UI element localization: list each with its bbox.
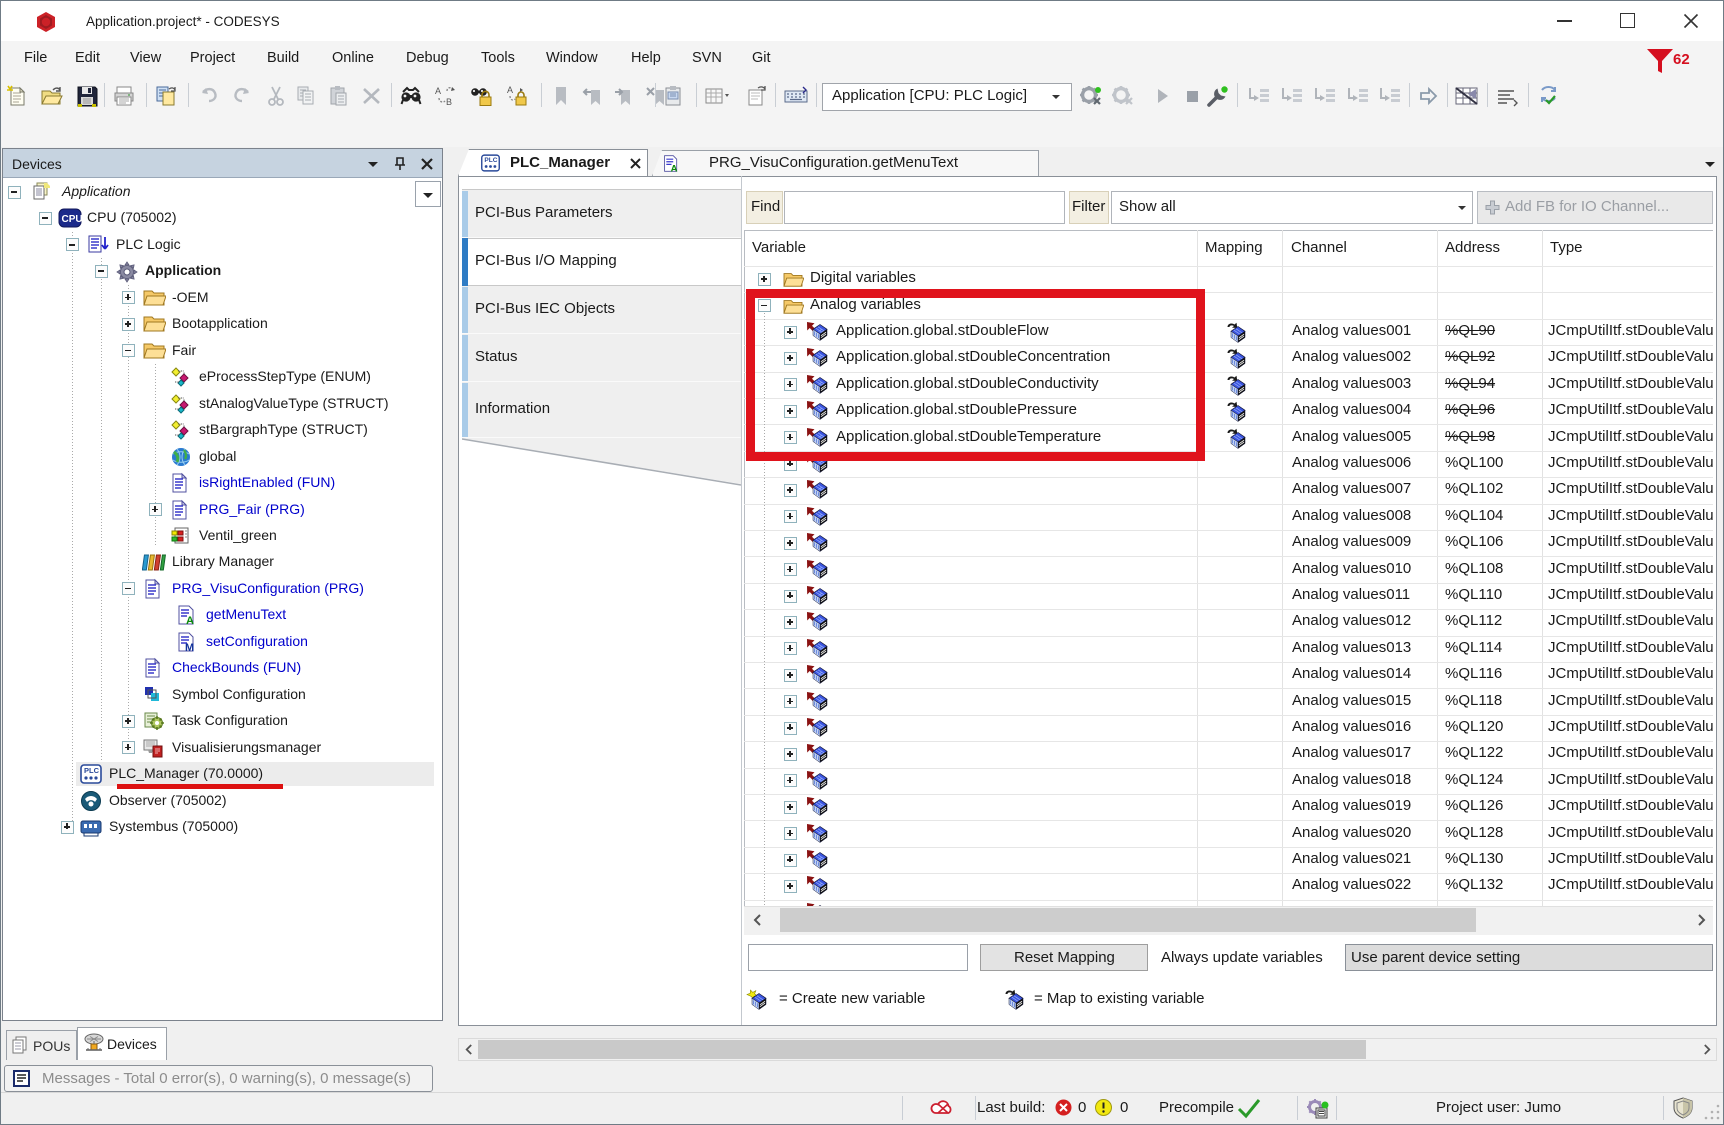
svg-text:A: A: [671, 163, 678, 173]
svg-text:A: A: [507, 85, 513, 95]
svg-text:A: A: [435, 86, 441, 96]
svg-text:A: A: [186, 615, 194, 626]
svg-text:M: M: [185, 642, 194, 653]
svg-text:B: B: [446, 97, 452, 107]
svg-text:PLC: PLC: [84, 766, 100, 775]
svg-text:PLC: PLC: [484, 157, 497, 164]
svg-text:CPU: CPU: [62, 214, 83, 225]
